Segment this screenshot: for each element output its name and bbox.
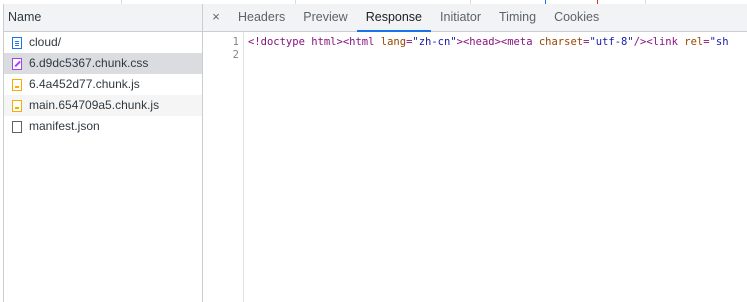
request-name-panel: Name cloud/ 6.d9dc5367.chunk.css 6.4a452… — [3, 4, 203, 302]
code-content[interactable]: <!doctype html><html lang="zh-cn"><head>… — [248, 36, 747, 62]
tab-initiator[interactable]: Initiator — [431, 4, 490, 31]
request-name: 6.d9dc5367.chunk.css — [29, 56, 149, 70]
code-token-head-meta: ><head><meta — [456, 36, 539, 48]
request-row-chunk-js[interactable]: 6.4a452d77.chunk.js — [4, 74, 202, 95]
tab-timing[interactable]: Timing — [490, 4, 545, 31]
code-token-html-open: <html — [342, 36, 381, 48]
request-row-cloud[interactable]: cloud/ — [4, 32, 202, 53]
request-row-css[interactable]: 6.d9dc5367.chunk.css — [4, 53, 202, 74]
tab-preview[interactable]: Preview — [294, 4, 356, 31]
name-column-header[interactable]: Name — [4, 4, 202, 32]
tab-headers[interactable]: Headers — [229, 4, 294, 31]
stylesheet-icon — [12, 57, 22, 70]
request-name: main.654709a5.chunk.js — [29, 98, 160, 112]
tab-cookies[interactable]: Cookies — [545, 4, 608, 31]
code-token-value-lang: "zh-cn" — [412, 36, 457, 48]
code-token-value-rel: "sh — [709, 36, 729, 48]
line-number-gutter: 1 2 — [203, 32, 244, 302]
response-viewer[interactable]: 1 2 <!doctype html><html lang="zh-cn"><h… — [203, 32, 747, 302]
tab-response[interactable]: Response — [356, 4, 432, 32]
line-number: 1 — [232, 36, 239, 48]
request-name: cloud/ — [29, 35, 62, 49]
request-name: manifest.json — [29, 119, 100, 133]
request-name: 6.4a452d77.chunk.js — [29, 77, 140, 91]
document-icon — [12, 36, 22, 49]
file-icon — [12, 120, 22, 133]
line-number: 2 — [232, 49, 239, 61]
code-token-attr-lang: lang — [380, 36, 407, 48]
code-token-link: /><link — [633, 36, 685, 48]
script-icon — [12, 78, 22, 91]
code-token-attr-charset: charset — [538, 36, 584, 48]
request-row-manifest[interactable]: manifest.json — [4, 116, 202, 137]
code-token-doctype: <!doctype html> — [248, 36, 343, 48]
detail-tabbar: × Headers Preview Response Initiator Tim… — [203, 4, 747, 32]
code-line-1: <!doctype html><html lang="zh-cn"><head>… — [248, 36, 747, 49]
code-token-value-charset: "utf-8" — [589, 36, 634, 48]
close-icon[interactable]: × — [203, 4, 229, 31]
code-token-attr-rel: rel — [684, 36, 704, 48]
request-row-main-js[interactable]: main.654709a5.chunk.js — [4, 95, 202, 116]
script-icon — [12, 99, 22, 112]
